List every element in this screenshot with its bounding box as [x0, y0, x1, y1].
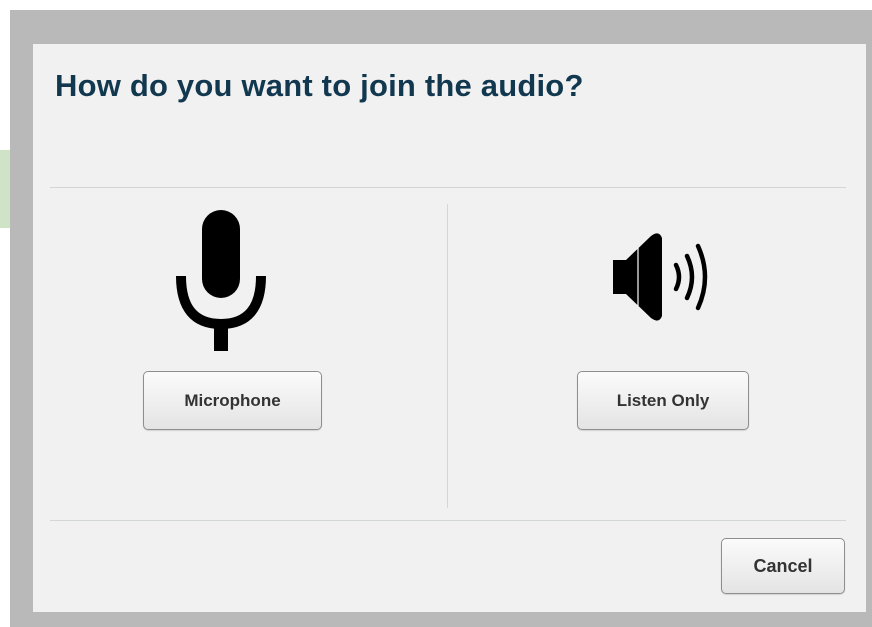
- audio-join-dialog: How do you want to join the audio? Micro…: [33, 44, 866, 612]
- listen-only-button[interactable]: Listen Only: [577, 371, 749, 430]
- dialog-title: How do you want to join the audio?: [55, 68, 584, 103]
- microphone-icon-wrap: [83, 204, 383, 354]
- speaker-icon: [613, 233, 708, 321]
- options-divider: [447, 204, 448, 508]
- footer-divider: [50, 520, 846, 521]
- header-divider: [50, 187, 846, 188]
- top-band: [10, 0, 872, 10]
- microphone-button[interactable]: Microphone: [143, 371, 322, 430]
- screen: How do you want to join the audio? Micro…: [0, 0, 872, 627]
- cancel-button[interactable]: Cancel: [721, 538, 845, 594]
- microphone-icon: [176, 210, 266, 351]
- microphone-option: Microphone: [83, 204, 383, 504]
- speaker-icon-wrap: [516, 204, 816, 354]
- listen-only-option: Listen Only: [516, 204, 816, 504]
